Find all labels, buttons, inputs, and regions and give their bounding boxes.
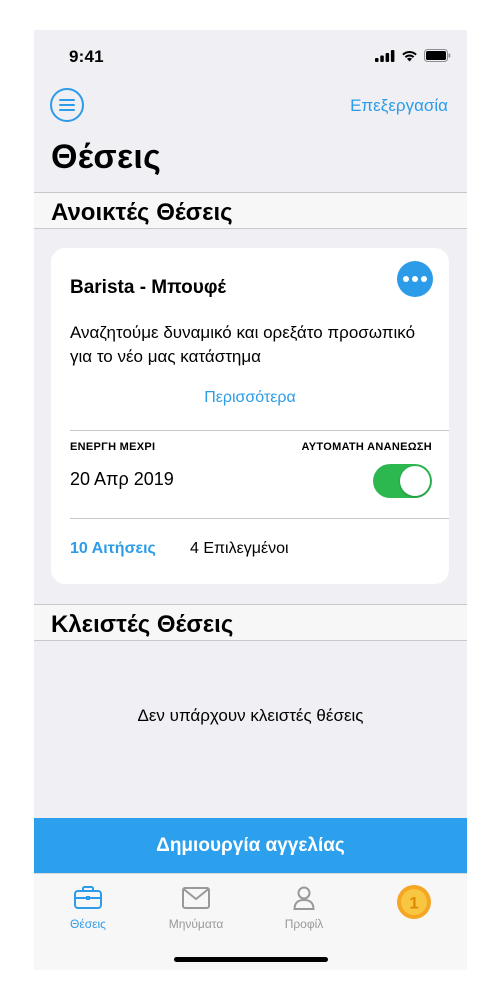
tab-label: Θέσεις [70, 917, 106, 931]
create-listing-button[interactable]: Δημιουργία αγγελίας [34, 818, 467, 873]
page-title: Θέσεις [51, 138, 162, 176]
more-options-button[interactable] [397, 261, 433, 297]
closed-empty-message: Δεν υπάρχουν κλειστές θέσεις [137, 706, 364, 725]
battery-icon [424, 49, 451, 62]
active-until-label: ΕΝΕΡΓΗ ΜΕΧΡΙ [70, 441, 156, 453]
tab-label: Προφίλ [284, 917, 324, 931]
tab-profile[interactable]: Προφίλ [250, 884, 358, 931]
ellipsis-dot-icon [421, 276, 427, 282]
wifi-icon [402, 50, 417, 61]
section-title-closed: Κλειστές Θέσεις [51, 611, 234, 638]
home-indicator [174, 957, 328, 962]
tab-messages[interactable]: Μηνύματα [142, 884, 250, 931]
status-time: 9:41 [69, 47, 104, 66]
tab-positions[interactable]: Θέσεις [34, 884, 142, 931]
job-title: Barista - Μπουφέ [70, 277, 226, 298]
coin-badge[interactable]: 1 [396, 884, 432, 920]
active-until-date: 20 Απρ 2019 [70, 469, 174, 489]
ellipsis-dot-icon [412, 276, 418, 282]
auto-renew-toggle[interactable] [373, 464, 432, 498]
ellipsis-dot-icon [403, 276, 409, 282]
section-title-open: Ανοικτές Θέσεις [51, 199, 233, 226]
status-icons [375, 49, 451, 62]
section-header-open: Ανοικτές Θέσεις [34, 192, 467, 229]
menu-button[interactable] [50, 88, 84, 122]
section-header-closed: Κλειστές Θέσεις [34, 604, 467, 641]
divider [70, 430, 449, 431]
tab-label: Μηνύματα [168, 917, 224, 931]
envelope-icon [182, 887, 210, 909]
briefcase-icon [74, 886, 102, 909]
selected-count: 4 Επιλεγμένοι [190, 540, 289, 557]
person-icon [293, 886, 315, 910]
coin-count: 1 [409, 894, 418, 913]
job-card[interactable]: Barista - Μπουφέ Αναζητούμε δυναμικό και… [51, 248, 449, 584]
divider [70, 518, 449, 519]
applications-link[interactable]: 10 Αιτήσεις [70, 540, 156, 558]
phone-screen: 9:41 Επεξεργασία Θέσεις Ανοικτές Θέσεις … [34, 30, 467, 970]
status-bar: 9:41 [34, 30, 467, 84]
edit-button[interactable]: Επεξεργασία [350, 96, 448, 116]
auto-renew-label: ΑΥΤΟΜΑΤΗ ΑΝΑΝΕΩΣΗ [301, 441, 432, 453]
cellular-signal-icon [375, 49, 395, 62]
more-link[interactable]: Περισσότερα [51, 389, 449, 407]
hamburger-menu-icon [59, 99, 75, 111]
navigation-bar: Επεξεργασία [34, 84, 467, 134]
toggle-knob [400, 466, 430, 496]
job-description: Αναζητούμε δυναμικό και ορεξάτο προσωπικ… [70, 323, 416, 366]
